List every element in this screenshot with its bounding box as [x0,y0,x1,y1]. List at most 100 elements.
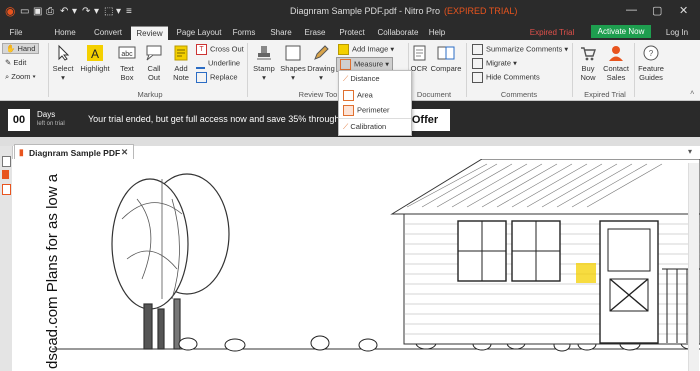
tab-page-layout[interactable]: Page Layout [173,26,225,40]
add-note-button[interactable]: Add Note [168,44,194,82]
open-folder-icon[interactable]: ▭ [20,6,29,17]
days-count: 00 [8,109,30,131]
underline-icon [196,58,205,69]
window-title: Diagnram Sample PDF.pdf - Nitro Pro [290,6,441,16]
review-tools-group-label: Review Too [298,90,338,99]
select-cursor-icon [58,44,70,61]
hide-comments-button[interactable]: Hide Comments [472,72,540,83]
markup-group-label: Markup [137,90,163,99]
call-out-button[interactable]: Call Out [141,44,167,82]
contact-sales-button[interactable]: Contact Sales [600,44,632,82]
bookmarks-panel-icon[interactable] [2,170,9,179]
collapse-ribbon-icon[interactable]: ˄ [690,88,694,97]
pages-panel-icon[interactable] [2,156,11,167]
select-button[interactable]: Select ▾ [50,44,76,82]
customize-icon[interactable]: ≡ [126,6,132,17]
save-icon[interactable]: ▣ [33,6,42,17]
document-tab-label: Diagnram Sample PDF [29,148,121,158]
undo-icon[interactable]: ↶ [60,6,68,17]
underline-button[interactable]: Underline [196,58,240,69]
hide-comments-icon [472,72,483,83]
hand-icon: ✋ [6,44,18,53]
note-icon [174,45,188,61]
chevron-down-icon[interactable]: ▾ [72,6,77,17]
menu-item-area[interactable]: Area [343,90,373,101]
pencil-icon [314,45,329,60]
menu-item-perimeter[interactable]: Perimeter [343,105,390,116]
compare-icon [437,46,455,60]
summarize-icon [472,44,483,55]
drawing-button[interactable]: Drawing ▾ [307,44,335,82]
days-sub-label: left on trial [37,121,65,127]
text-box-button[interactable]: abc Text Box [114,44,140,82]
close-tab-icon[interactable]: ✕ [121,147,128,158]
svg-text:abc: abc [121,51,133,58]
ocr-button[interactable]: OCR [406,44,432,73]
activate-now-button[interactable]: Activate Now [591,25,651,38]
attachments-panel-icon[interactable] [2,184,11,195]
area-icon [343,90,354,101]
svg-text:A: A [91,47,99,61]
architectural-drawing [52,159,700,352]
document-tab[interactable]: ▮ Diagnram Sample PDF ✕ [14,144,134,160]
select-tool-icon[interactable]: ⬚ [104,6,113,17]
tab-erase[interactable]: Erase [300,26,330,40]
pdf-page[interactable]: dscad.com Plans for as low a [12,159,700,371]
tab-collaborate[interactable]: Collaborate [374,26,422,40]
replace-button[interactable]: Replace [196,72,238,83]
tab-protect[interactable]: Protect [334,26,370,40]
shapes-icon [285,45,301,61]
measure-icon [340,59,351,70]
add-image-button[interactable]: Add Image ▾ [338,44,394,55]
tab-review[interactable]: Review [131,26,168,41]
title-bar: ◉ ▭ ▣ ⎙ ↶ ▾ ↷ ▾ ⬚ ▾ ≡ Diagnram Sample PD… [0,0,700,24]
tab-share[interactable]: Share [266,26,296,40]
nitro-logo-icon: ◉ [5,4,16,18]
cart-icon [581,47,596,61]
call-out-icon [146,45,162,61]
menu-item-distance[interactable]: ⟋ Distance [343,74,380,84]
maximize-icon[interactable]: ▢ [652,4,662,17]
migrate-icon [472,58,483,69]
tab-help[interactable]: Help [424,26,450,40]
perimeter-icon [343,105,354,116]
stamp-icon [257,46,271,60]
house-illustration [390,159,700,345]
tab-home[interactable]: Home [50,26,80,40]
highlight-marker [576,263,596,283]
stamp-button[interactable]: Stamp ▾ [250,44,278,82]
zoom-tool-button[interactable]: ⌕ Zoom ▾ [5,72,36,82]
minimize-icon[interactable]: — [626,4,637,16]
print-icon[interactable]: ⎙ [46,6,54,17]
menu-item-calibration[interactable]: ⟋ Calibration [343,122,386,132]
redo-icon[interactable]: ↷ [82,6,90,17]
hand-tool-button[interactable]: ✋ Hand [2,43,40,54]
tab-list-icon[interactable]: ▾ [688,147,692,156]
replace-icon [196,72,207,83]
tree-illustration [111,173,230,350]
cross-out-button[interactable]: T Cross Out [196,44,244,55]
tab-convert[interactable]: Convert [89,26,127,40]
feature-guides-button[interactable]: ? Feature Guides [636,44,666,82]
summarize-comments-button[interactable]: Summarize Comments ▾ [472,44,568,55]
tab-forms[interactable]: Forms [229,26,259,40]
expired-trial-group-label: Expired Trial [584,90,626,99]
chevron-down-icon[interactable]: ▾ [116,6,121,17]
image-icon [338,44,349,55]
migrate-button[interactable]: Migrate ▾ [472,58,517,69]
tab-file[interactable]: File [2,26,30,40]
highlight-icon: A [87,45,103,61]
buy-now-button[interactable]: Buy Now [576,44,600,82]
ocr-icon [413,45,426,61]
feature-guides-icon: ? [643,45,659,61]
vertical-scrollbar[interactable] [688,163,699,371]
shapes-button[interactable]: Shapes ▾ [279,44,307,82]
cross-out-icon: T [196,44,207,55]
comments-group-label: Comments [500,90,538,99]
chevron-down-icon[interactable]: ▾ [94,6,99,17]
highlight-button[interactable]: A Highlight [78,44,112,73]
log-in-button[interactable]: Log In [660,26,694,40]
compare-button[interactable]: Compare [430,44,462,73]
close-icon[interactable]: ✕ [679,4,688,17]
edit-tool-button[interactable]: ✎ Edit [5,58,26,67]
